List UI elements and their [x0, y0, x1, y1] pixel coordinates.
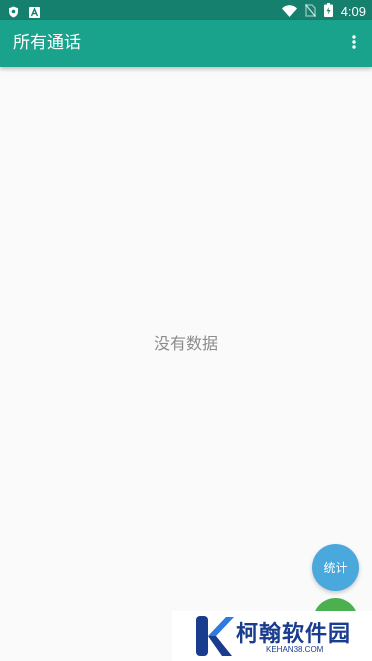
page-title: 所有通话: [13, 33, 81, 53]
app-bar: 所有通话: [0, 20, 372, 67]
wifi-icon: [281, 2, 297, 21]
status-time: 4:09: [340, 3, 366, 19]
status-bar: 4:09: [0, 0, 372, 20]
stats-fab-button[interactable]: 统计: [312, 544, 359, 591]
no-sim-icon: [304, 2, 316, 21]
battery-icon: [323, 2, 333, 21]
more-options-button[interactable]: [342, 31, 366, 55]
watermark-logo: 柯翰软件园 KEHAN38.COM: [172, 611, 372, 661]
screen: 4:09 所有通话 没有数据 统计 柯翰软件园 KEHAN38.COM: [0, 0, 372, 661]
empty-state-text: 没有数据: [153, 334, 218, 353]
watermark-name: 柯翰软件园: [236, 622, 352, 647]
more-vert-icon: [352, 34, 356, 53]
watermark-site: KEHAN38.COM: [266, 645, 324, 654]
k-logo-icon: [196, 616, 234, 656]
stats-fab-label: 统计: [323, 561, 348, 575]
